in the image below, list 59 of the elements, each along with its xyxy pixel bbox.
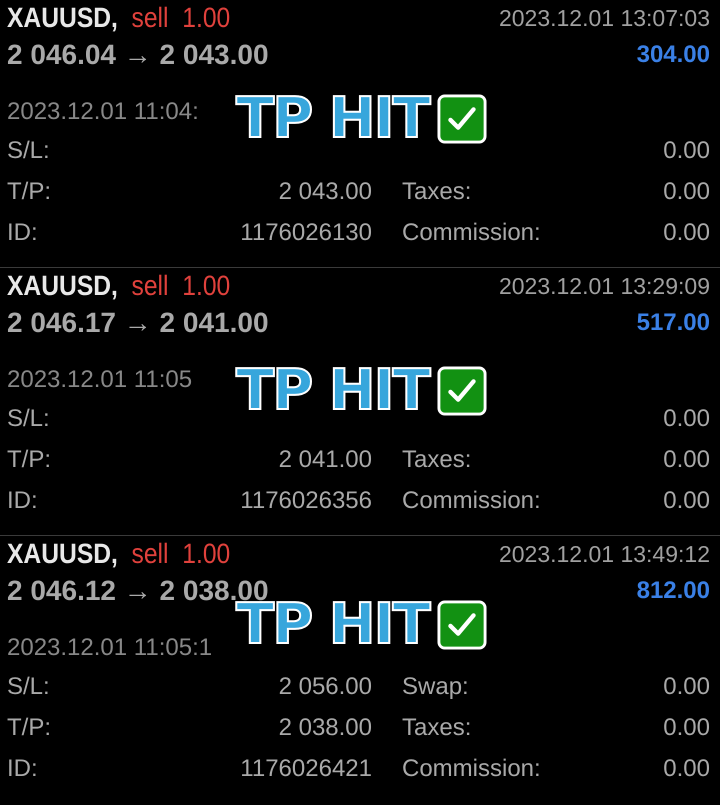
- trade-side: sell: [132, 270, 168, 302]
- trade-row[interactable]: XAUUSD, sell 1.00 2023.12.01 13:29:09 2 046.17 → 2 041.00 517.00 2023.12.01 11:05 S/L: 0.00 T/P: 2 041.00 Taxes: 0.00 ID: 1176026356 Commission: 0.00 TP HIT: [0, 268, 720, 536]
- field-value: 0.00: [663, 754, 710, 784]
- field-value: 0.00: [663, 445, 710, 475]
- trade-volume: 1.00: [182, 270, 230, 302]
- field-label: Commission:: [402, 486, 542, 516]
- profit-value: 517.00: [636, 309, 710, 337]
- field-value: 0.00: [663, 177, 710, 207]
- open-time: 2023.12.01 11:04:: [7, 98, 199, 126]
- trade-row[interactable]: XAUUSD, sell 1.00 2023.12.01 13:07:03 2 046.04 → 2 043.00 304.00 2023.12.01 11:04: S/L: 0.00 T/P: 2 043.00 Taxes: 0.00 ID: 1176026130 Commission: 0.00 TP HIT: [0, 0, 720, 268]
- field-value: 1176026130: [239, 218, 372, 248]
- field-label: Commission:: [402, 754, 542, 784]
- field-value: 2 043.00: [278, 177, 372, 207]
- field-value: 2 038.00: [278, 713, 372, 743]
- check-mark-icon: [436, 600, 487, 650]
- tp-hit-caption: TP HIT: [236, 360, 429, 422]
- field-label: Commission:: [402, 218, 542, 248]
- symbol-label: XAUUSD,: [7, 2, 118, 34]
- close-time: 2023.12.01 13:29:09: [498, 272, 710, 300]
- trade-side: sell: [132, 538, 168, 570]
- field-value: 1176026421: [239, 754, 372, 784]
- field-label: ID:: [7, 218, 39, 248]
- field-value: 1176026356: [239, 486, 372, 516]
- field-label: Swap:: [402, 672, 470, 702]
- close-time: 2023.12.01 13:07:03: [498, 4, 710, 32]
- field-value: 0.00: [663, 218, 710, 248]
- tp-hit-caption: TP HIT: [236, 88, 429, 150]
- field-value: 0.00: [663, 404, 710, 434]
- field-label: T/P:: [7, 445, 52, 475]
- field-label: S/L:: [7, 404, 51, 434]
- price-change: 2 046.17 → 2 041.00: [7, 307, 269, 339]
- field-label: S/L:: [7, 672, 51, 702]
- close-time: 2023.12.01 13:49:12: [498, 540, 710, 568]
- symbol-label: XAUUSD,: [7, 538, 118, 570]
- check-mark-icon: [436, 94, 487, 144]
- field-value: 0.00: [663, 672, 710, 702]
- field-label: Taxes:: [402, 445, 472, 475]
- field-label: Taxes:: [402, 177, 472, 207]
- price-change: 2 046.04 → 2 043.00: [7, 39, 269, 71]
- field-value: 0.00: [663, 713, 710, 743]
- field-label: ID:: [7, 486, 39, 516]
- trade-volume: 1.00: [182, 2, 230, 34]
- profit-value: 304.00: [636, 41, 710, 69]
- field-label: Taxes:: [402, 713, 472, 743]
- field-label: T/P:: [7, 713, 52, 743]
- symbol-label: XAUUSD,: [7, 270, 118, 302]
- field-value: 0.00: [663, 136, 710, 166]
- open-time: 2023.12.01 11:05:1: [7, 634, 212, 662]
- field-label: S/L:: [7, 136, 51, 166]
- trade-volume: 1.00: [182, 538, 230, 570]
- field-value: 2 056.00: [278, 672, 372, 702]
- field-value: 0.00: [663, 486, 710, 516]
- open-time: 2023.12.01 11:05: [7, 366, 192, 394]
- trade-side: sell: [132, 2, 168, 34]
- profit-value: 812.00: [636, 577, 710, 605]
- field-label: ID:: [7, 754, 39, 784]
- field-value: 2 041.00: [278, 445, 372, 475]
- field-label: T/P:: [7, 177, 52, 207]
- check-mark-icon: [436, 366, 487, 416]
